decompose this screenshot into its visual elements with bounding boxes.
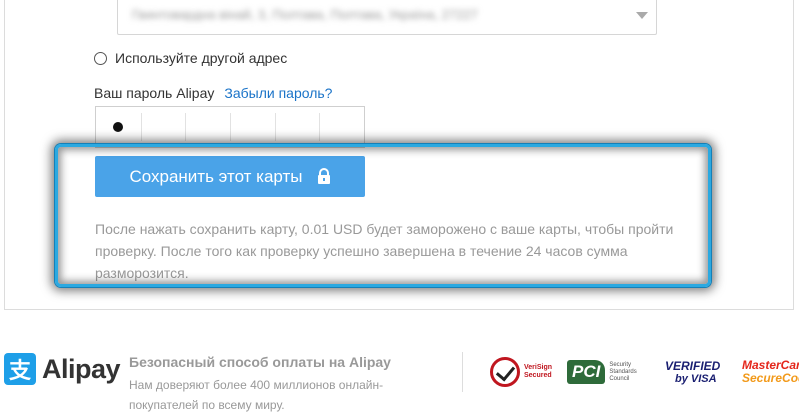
alipay-logo: 支 Alipay [4,353,121,385]
password-label-row: Ваш пароль Alipay Забыли пароль? [94,85,332,101]
pin-dot [113,122,124,132]
address-select[interactable]: Гвинтовардна вінай, 3, Полтава, Полтава,… [117,0,657,35]
address-selected-value: Гвинтовардна вінай, 3, Полтава, Полтава,… [132,7,478,22]
password-pin-input[interactable] [95,106,365,148]
freeze-notice: После нажать сохранить карту, 0.01 USD б… [95,221,674,281]
save-card-button-label: Сохранить этот карты [129,166,303,186]
verisign-check-icon [490,357,520,387]
lock-icon [317,168,331,185]
mastercard-securecode-badge: MasterCard. SecureCode. [742,354,799,390]
secure-payment-description: Нам доверяют более 400 миллионов онлайн-… [129,378,384,412]
pin-cell[interactable] [274,107,320,147]
pin-cell[interactable] [230,107,275,147]
alternate-address-label: Используйте другой адрес [115,50,288,66]
alipay-wordmark: Alipay [42,353,121,384]
pin-cell[interactable] [140,107,186,147]
visa-badge-bottom: by VISA [675,372,717,385]
save-card-button[interactable]: Сохранить этот карты [95,156,365,197]
forgot-password-link[interactable]: Забыли пароль? [224,85,332,101]
pin-cell[interactable] [319,107,364,147]
pci-badge: PCI Security Standards Council [567,354,651,390]
password-label: Ваш пароль Alipay [94,85,215,101]
mastercard-badge-bottom: SecureCode. [742,371,799,385]
footer-divider [462,352,463,392]
verified-by-visa-badge: VERIFIED by VISA [665,354,720,390]
verisign-badge: VeriSign Secured [490,354,552,390]
alternate-address-option[interactable]: Используйте другой адрес [94,48,287,68]
alternate-address-radio[interactable] [94,51,107,65]
pin-cell[interactable] [96,107,141,147]
verisign-text: VeriSign Secured [524,364,553,379]
visa-badge-top: VERIFIED [665,358,721,373]
alipay-mark-icon: 支 [4,353,36,385]
pci-mark: PCI [567,360,606,384]
pci-text: Security Standards Council [609,361,637,382]
chevron-down-icon[interactable] [636,12,648,19]
pin-cell[interactable] [185,107,230,147]
secure-payment-title: Безопасный способ оплаты на Alipay [129,354,391,370]
footer: 支 Alipay Безопасный способ оплаты на Ali… [0,340,799,414]
